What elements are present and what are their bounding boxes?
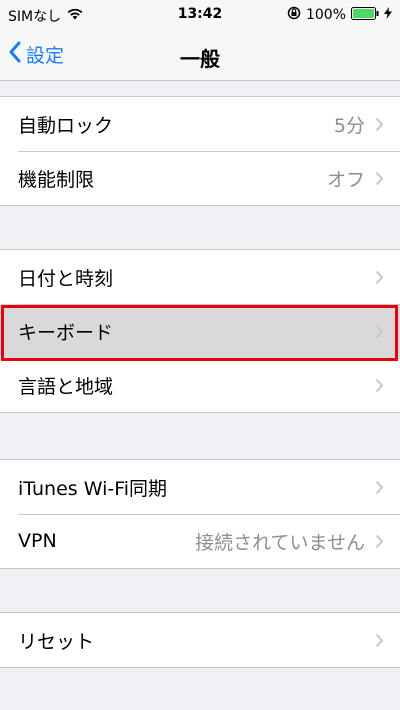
date-time-row[interactable]: 日付と時刻: [0, 250, 400, 304]
row-label: iTunes Wi-Fi同期: [18, 477, 168, 500]
settings-group-3: iTunes Wi-Fi同期 VPN 接続されていません: [0, 459, 400, 569]
battery-icon: [351, 6, 379, 24]
battery-percent: 100%: [305, 7, 346, 23]
row-label: VPN: [18, 530, 57, 552]
restrictions-row[interactable]: 機能制限 オフ: [0, 151, 400, 205]
row-label: 日付と時刻: [18, 267, 114, 290]
page-title: 一般: [180, 47, 220, 71]
settings-group-2: 日付と時刻 キーボード 言語と地域: [0, 249, 400, 413]
chevron-right-icon: [375, 378, 384, 393]
row-label: 言語と地域: [18, 375, 114, 398]
itunes-wifi-sync-row[interactable]: iTunes Wi-Fi同期: [0, 460, 400, 514]
charging-bolt-icon: [384, 7, 392, 23]
auto-lock-row[interactable]: 自動ロック 5分: [0, 97, 400, 151]
reset-row[interactable]: リセット: [0, 613, 400, 667]
status-right: 100%: [287, 6, 392, 24]
vpn-row[interactable]: VPN 接続されていません: [0, 514, 400, 568]
chevron-right-icon: [375, 117, 384, 132]
chevron-right-icon: [375, 534, 384, 549]
row-value: 5分: [333, 114, 365, 137]
navigation-bar: 設定 一般: [0, 30, 400, 81]
settings-group-1: 自動ロック 5分 機能制限 オフ: [0, 96, 400, 206]
row-label: リセット: [18, 630, 95, 653]
orientation-lock-icon: [287, 6, 301, 24]
chevron-right-icon: [375, 171, 384, 186]
chevron-right-icon: [375, 270, 384, 285]
row-value: 接続されていません: [195, 531, 365, 554]
row-label: キーボード: [18, 321, 114, 344]
settings-group-4: リセット: [0, 612, 400, 668]
chevron-right-icon: [375, 480, 384, 495]
language-region-row[interactable]: 言語と地域: [0, 358, 400, 412]
chevron-right-icon: [375, 633, 384, 648]
row-label: 自動ロック: [18, 114, 114, 137]
row-value: オフ: [326, 168, 365, 191]
status-bar: SIMなし 13:42 100%: [0, 0, 400, 30]
chevron-right-icon: [375, 324, 384, 339]
row-label: 機能制限: [18, 168, 95, 191]
keyboard-row[interactable]: キーボード: [0, 304, 400, 358]
